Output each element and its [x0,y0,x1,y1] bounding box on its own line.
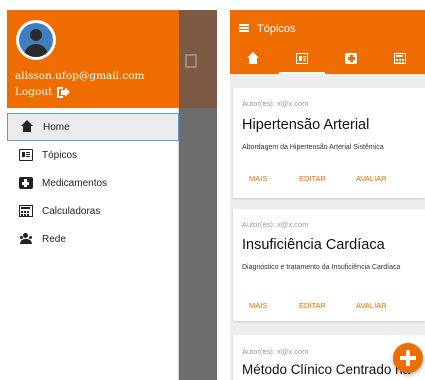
card-title: Insuficiência Cardíaca [242,237,385,253]
drawer-item-medicamentos[interactable]: Medicamentos [7,169,179,197]
tab-medicamentos[interactable] [328,46,374,74]
card-description: Abordagem da Hipertensão Arterial Sistêm… [242,144,384,151]
topic-card: Autor(es): x@x.com Insuficiência Cardíac… [233,209,425,321]
logout-label: Logout [15,86,53,98]
topic-card: Autor(es): x@x.com Hipertensão Arterial … [233,88,425,198]
more-button[interactable]: MAIS [249,301,267,310]
drawer-screen: alisson.ufop@gmail.com Logout Home Tópic… [7,10,217,380]
navigation-drawer: alisson.ufop@gmail.com Logout Home Tópic… [7,10,179,380]
calculator-icon [185,54,197,68]
more-button[interactable]: MAIS [249,174,267,183]
page-title: Tópicos [257,23,296,35]
rate-button[interactable]: AVALIAR [356,174,387,183]
tab-bar [230,46,425,74]
topics-icon [296,53,308,64]
users-icon [19,233,33,245]
add-topic-button[interactable] [393,343,423,373]
logout-link[interactable]: Logout [15,86,71,98]
card-title: Método Clínico Centrado na [242,362,411,377]
tab-topicos[interactable] [279,46,325,74]
drawer-item-label: Medicamentos [42,177,108,189]
drawer-item-label: Rede [42,233,66,245]
drawer-menu: Home Tópicos Medicamentos Calculadoras R… [7,113,179,253]
menu-icon[interactable] [239,24,249,32]
user-icon [19,23,53,57]
topics-icon [19,149,33,161]
drawer-header: alisson.ufop@gmail.com Logout [7,10,179,108]
card-description: Diagnóstico e tratamento da Insuficiênci… [242,264,401,271]
avatar [16,20,56,60]
drawer-item-rede[interactable]: Rede [7,225,179,253]
topics-screen: Tópicos Autor(es): x@x.com Hipertensão A… [230,10,425,380]
card-actions: MAIS EDITAR AVALIAR [233,301,425,317]
drawer-item-topicos[interactable]: Tópicos [7,141,179,169]
drawer-item-label: Calculadoras [42,205,101,217]
medical-kit-icon [345,53,357,64]
dimmed-content-overlay[interactable] [179,10,217,380]
home-icon [247,52,259,64]
calculator-icon [19,205,33,217]
drawer-item-home[interactable]: Home [7,113,179,141]
card-author: Autor(es): x@x.com [242,347,309,356]
app-bar: Tópicos [230,10,425,74]
card-title: Hipertensão Arterial [242,117,370,133]
medical-kit-icon [19,177,33,189]
tab-home[interactable] [230,46,276,74]
card-author: Autor(es): x@x.com [242,220,309,229]
home-icon [20,120,34,133]
drawer-item-calculadoras[interactable]: Calculadoras [7,197,179,225]
sign-out-icon [57,86,71,98]
card-actions: MAIS EDITAR AVALIAR [233,174,425,190]
card-author: Autor(es): x@x.com [242,99,309,108]
calculator-icon [394,53,406,64]
drawer-item-label: Tópicos [42,149,78,161]
rate-button[interactable]: AVALIAR [356,301,387,310]
edit-button[interactable]: EDITAR [299,301,326,310]
edit-button[interactable]: EDITAR [299,174,326,183]
user-email: alisson.ufop@gmail.com [15,70,145,82]
tab-calculadoras[interactable] [377,46,423,74]
drawer-item-label: Home [43,121,70,133]
